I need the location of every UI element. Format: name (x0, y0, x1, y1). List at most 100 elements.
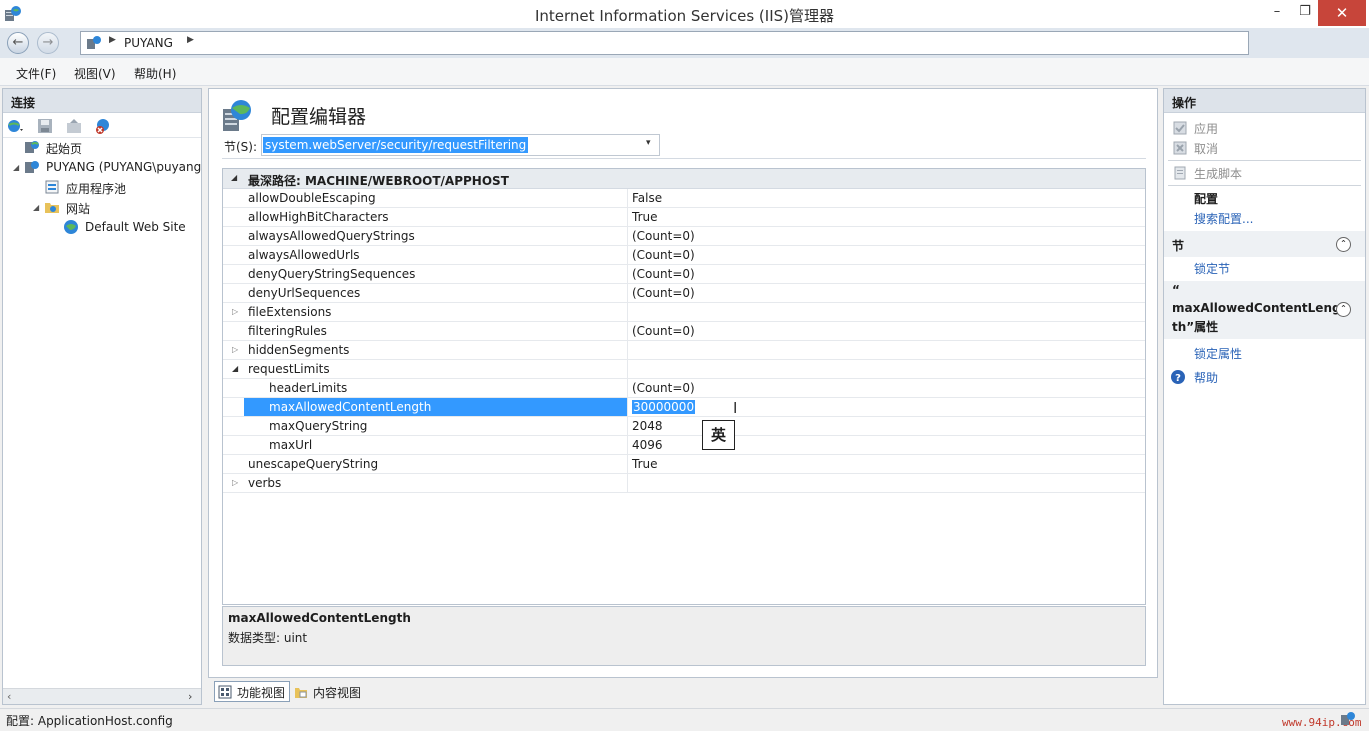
group-title-quote: “ (1172, 283, 1180, 297)
property-value[interactable]: (Count=0) (632, 248, 695, 262)
table-row[interactable]: allowHighBitCharacters True (223, 208, 1145, 227)
tab-features-view[interactable]: 功能视图 (214, 681, 291, 702)
minimize-button[interactable]: – (1262, 0, 1292, 26)
table-row[interactable]: denyQueryStringSequences (Count=0) (223, 265, 1145, 284)
breadcrumb-expand-icon[interactable]: ▶ (187, 35, 194, 45)
property-name: denyQueryStringSequences (248, 267, 416, 281)
collapse-arrow-icon[interactable]: ◢ (232, 364, 238, 373)
tree-expand-icon[interactable]: ◢ (33, 203, 39, 212)
back-button[interactable]: ← (7, 32, 29, 54)
expand-arrow-icon[interactable]: ▷ (232, 478, 238, 487)
section-value: system.webServer/security/requestFilteri… (263, 137, 529, 153)
menu-help[interactable]: 帮助(H) (134, 65, 176, 82)
property-value[interactable]: True (632, 457, 658, 471)
start-page-icon (25, 141, 39, 153)
close-button[interactable]: ✕ (1318, 0, 1366, 26)
divider (1168, 160, 1361, 161)
tree-item-label: 网站 (66, 202, 91, 216)
property-name: verbs (248, 476, 282, 490)
expand-arrow-icon[interactable]: ▷ (232, 345, 238, 354)
action-label: 应用 (1194, 122, 1219, 136)
apply-icon (1173, 121, 1187, 135)
property-name: fileExtensions (248, 305, 332, 319)
disconnect-icon[interactable] (94, 117, 112, 135)
table-row[interactable]: maxUrl 4096 (223, 436, 1145, 455)
forward-button[interactable]: → (37, 32, 59, 54)
collapse-icon[interactable]: ⌃ (1336, 302, 1351, 317)
attribute-group-header[interactable]: “ maxAllowedContentLeng th”属性 ⌃ (1164, 281, 1365, 339)
address-field[interactable]: ▶ PUYANG ▶ (80, 31, 1249, 55)
expand-arrow-icon[interactable]: ▷ (232, 307, 238, 316)
config-editor-panel: 配置编辑器 节(S): system.webServer/security/re… (208, 88, 1158, 678)
section-group-header[interactable]: 节 ⌃ (1164, 231, 1365, 257)
window-title: Internet Information Services (IIS)管理器 (534, 7, 835, 25)
grid-header-label: 最深路径: MACHINE/WEBROOT/APPHOST (248, 174, 509, 188)
collapse-arrow-icon[interactable]: ◢ (231, 173, 237, 182)
tab-content-view[interactable]: 内容视图 (290, 681, 366, 702)
save-icon[interactable] (36, 117, 54, 135)
tab-label: 功能视图 (237, 686, 286, 700)
property-value[interactable]: (Count=0) (632, 286, 695, 300)
property-name: maxQueryString (269, 419, 368, 433)
menu-file[interactable]: 文件(F) (16, 65, 56, 82)
collapse-icon[interactable]: ⌃ (1336, 237, 1351, 252)
globe-icon (64, 220, 78, 234)
table-row[interactable]: allowDoubleEscaping False (223, 189, 1145, 208)
scroll-right-icon[interactable]: › (188, 690, 192, 703)
action-label: 生成脚本 (1194, 167, 1243, 181)
property-grid: ◢ 最深路径: MACHINE/WEBROOT/APPHOST allowDou… (222, 168, 1146, 605)
up-level-icon[interactable] (65, 117, 83, 135)
property-value[interactable]: 4096 (632, 438, 663, 452)
table-row[interactable]: alwaysAllowedUrls (Count=0) (223, 246, 1145, 265)
table-row[interactable]: maxQueryString 2048 (223, 417, 1145, 436)
connect-globe-icon[interactable] (6, 117, 24, 135)
menu-bar: 文件(F) 视图(V) 帮助(H) (0, 58, 1369, 86)
section-dropdown[interactable]: system.webServer/security/requestFilteri… (261, 134, 660, 156)
table-row[interactable]: alwaysAllowedQueryStrings (Count=0) (223, 227, 1145, 246)
property-value[interactable]: True (632, 210, 658, 224)
table-row[interactable]: unescapeQueryString True (223, 455, 1145, 474)
property-name: allowHighBitCharacters (248, 210, 389, 224)
cancel-icon (1173, 141, 1187, 155)
property-value[interactable]: (Count=0) (632, 267, 695, 281)
group-title: 节 (1172, 239, 1185, 253)
breadcrumb-server[interactable]: PUYANG (124, 36, 173, 50)
section-label: 节(S): (224, 140, 258, 154)
config-editor-icon (223, 100, 251, 131)
text-cursor-icon: I (733, 399, 738, 417)
tree-expand-icon[interactable]: ◢ (13, 163, 19, 172)
property-value[interactable]: 2048 (632, 419, 663, 433)
content-view-icon (295, 688, 307, 698)
table-row[interactable]: filteringRules (Count=0) (223, 322, 1145, 341)
title-bar: Internet Information Services (IIS)管理器 –… (0, 0, 1369, 28)
ime-indicator: 英 (702, 420, 735, 450)
server-icon (87, 36, 101, 49)
server-icon (25, 161, 39, 173)
property-name: allowDoubleEscaping (248, 191, 376, 205)
table-row[interactable]: denyUrlSequences (Count=0) (223, 284, 1145, 303)
scroll-left-icon[interactable]: ‹ (7, 690, 11, 703)
table-row[interactable]: headerLimits (Count=0) (223, 379, 1145, 398)
property-value-editor[interactable]: 30000000 (632, 400, 696, 414)
property-name: denyUrlSequences (248, 286, 361, 300)
table-row[interactable]: ◢ requestLimits (223, 360, 1145, 379)
maximize-button[interactable]: ❐ (1290, 0, 1320, 26)
menu-view[interactable]: 视图(V) (74, 65, 116, 82)
table-row[interactable]: ▷ hiddenSegments (223, 341, 1145, 360)
action-label: 取消 (1194, 142, 1219, 156)
table-row[interactable]: ▷ fileExtensions (223, 303, 1145, 322)
description-type: 数据类型: uint (228, 631, 308, 645)
property-name: maxAllowedContentLength (269, 400, 432, 414)
property-name: maxUrl (269, 438, 313, 452)
grid-group-header[interactable]: ◢ 最深路径: MACHINE/WEBROOT/APPHOST (223, 169, 1145, 189)
property-value[interactable]: (Count=0) (632, 229, 695, 243)
table-row[interactable]: ▷ verbs (223, 474, 1145, 493)
property-value[interactable]: (Count=0) (632, 381, 695, 395)
property-value[interactable]: (Count=0) (632, 324, 695, 338)
chevron-down-icon[interactable]: ▾ (646, 138, 651, 148)
table-row-selected[interactable]: maxAllowedContentLength 30000000 (223, 398, 1145, 417)
server-status-icon (1341, 712, 1355, 725)
action-label: 锁定属性 (1194, 347, 1243, 361)
property-value[interactable]: False (632, 191, 662, 205)
horizontal-scrollbar[interactable]: ‹ › (3, 688, 201, 704)
